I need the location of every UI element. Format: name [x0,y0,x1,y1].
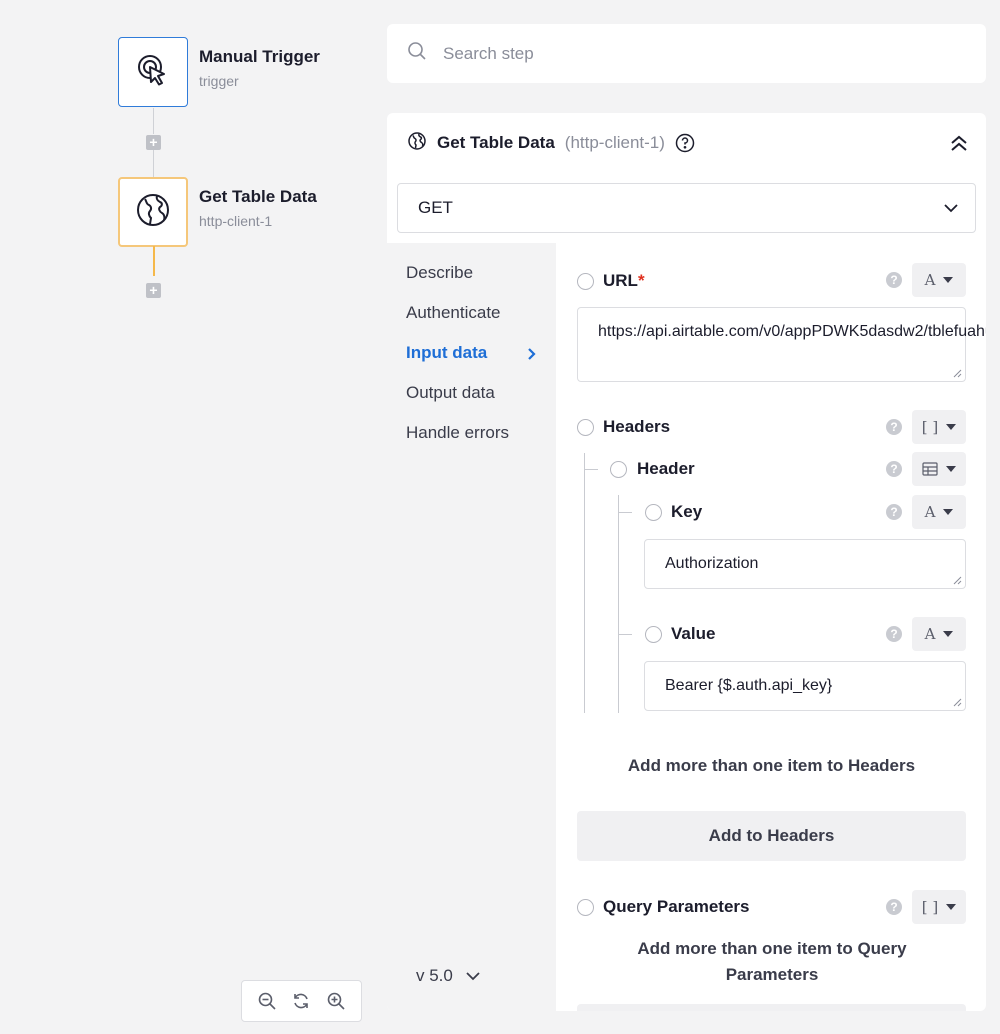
chevron-down-icon [943,200,959,221]
search-step-bar [387,24,986,83]
version-select[interactable]: v 5.0 [416,966,481,986]
headers-label: Headers [603,417,671,436]
tree-line [618,495,619,713]
manual-trigger-node[interactable] [118,37,188,107]
key-label: Key [671,502,703,521]
query-parameters-label: Query Parameters [603,897,750,916]
nav-item-authenticate[interactable]: Authenticate [406,303,501,323]
headers-type-select[interactable]: [ ] [912,410,966,444]
help-circle-icon[interactable] [675,133,695,153]
value-help-icon[interactable]: ? [886,626,902,642]
zoom-out-icon[interactable] [255,989,279,1013]
query-parameters-help-icon[interactable]: ? [886,899,902,915]
step-config-panel: Get Table Data (http-client-1) GET Descr… [387,113,986,1011]
nav-item-handle-errors[interactable]: Handle errors [406,423,509,443]
tree-line [618,634,632,635]
get-table-data-node[interactable] [118,177,188,247]
header-radio[interactable] [610,461,627,478]
headers-hint: Add more than one item to Headers [627,756,916,775]
resize-handle-icon[interactable] [952,697,962,707]
add-step-plus-icon[interactable]: + [146,283,161,298]
url-radio[interactable] [577,273,594,290]
nav-item-output-data[interactable]: Output data [406,383,495,403]
version-label: v 5.0 [416,966,453,985]
query-parameters-type-select[interactable]: [ ] [912,890,966,924]
query-parameters-hint: Add more than one item to Query Paramete… [637,939,907,984]
key-input[interactable]: Authorization [644,539,966,589]
collapse-chevrons-icon[interactable] [950,133,968,158]
add-step-plus-icon[interactable]: + [146,135,161,150]
query-parameters-radio[interactable] [577,899,594,916]
url-help-icon[interactable]: ? [886,272,902,288]
headers-radio[interactable] [577,419,594,436]
header-type-select[interactable] [912,452,966,486]
panel-title: Get Table Data [437,133,555,152]
globe-icon [407,131,427,156]
value-input[interactable]: Bearer {$.auth.api_key} [644,661,966,711]
search-icon [407,41,427,66]
value-label: Value [671,624,716,643]
resize-handle-icon[interactable] [952,575,962,585]
manual-trigger-title: Manual Trigger [199,47,320,66]
key-type-select[interactable]: A [912,495,966,529]
panel-header: Get Table Data (http-client-1) [387,113,986,173]
required-asterisk: * [637,271,645,290]
zoom-in-icon[interactable] [324,989,348,1013]
header-help-icon[interactable]: ? [886,461,902,477]
key-help-icon[interactable]: ? [886,504,902,520]
table-icon [922,462,938,476]
nav-item-describe[interactable]: Describe [406,263,473,283]
connector-line [153,108,154,134]
search-step-input[interactable] [443,43,943,64]
chevron-down-icon [466,972,480,981]
header-label: Header [637,459,695,478]
tree-line [584,453,585,713]
value-type-select[interactable]: A [912,617,966,651]
url-label: URL* [603,271,645,290]
reset-zoom-icon[interactable] [289,989,313,1013]
url-type-select[interactable]: A [912,263,966,297]
get-table-data-subtitle: http-client-1 [199,213,273,229]
chevron-right-icon [527,347,537,365]
http-method-value: GET [418,198,453,217]
add-to-headers-button[interactable]: Add to Headers [577,811,966,861]
headers-help-icon[interactable]: ? [886,419,902,435]
cursor-click-icon [133,50,173,95]
tree-line [618,512,632,513]
url-input[interactable]: https://api.airtable.com/v0/appPDWK5dasd… [577,307,986,382]
panel-step-id: (http-client-1) [564,133,665,152]
manual-trigger-subtitle: trigger [199,73,239,89]
tree-line [584,469,598,470]
http-method-select[interactable]: GET [397,183,976,233]
get-table-data-title: Get Table Data [199,187,317,206]
step-section-nav: Describe Authenticate Input data Output … [387,243,556,1011]
value-radio[interactable] [645,626,662,643]
connector-line [153,150,154,177]
key-radio[interactable] [645,504,662,521]
nav-item-input-data[interactable]: Input data [406,343,487,363]
globe-icon [133,190,173,235]
add-to-query-parameters-button[interactable] [577,1004,966,1011]
zoom-toolbar [241,980,362,1022]
resize-handle-icon[interactable] [952,368,962,378]
connector-line-active [153,246,155,276]
